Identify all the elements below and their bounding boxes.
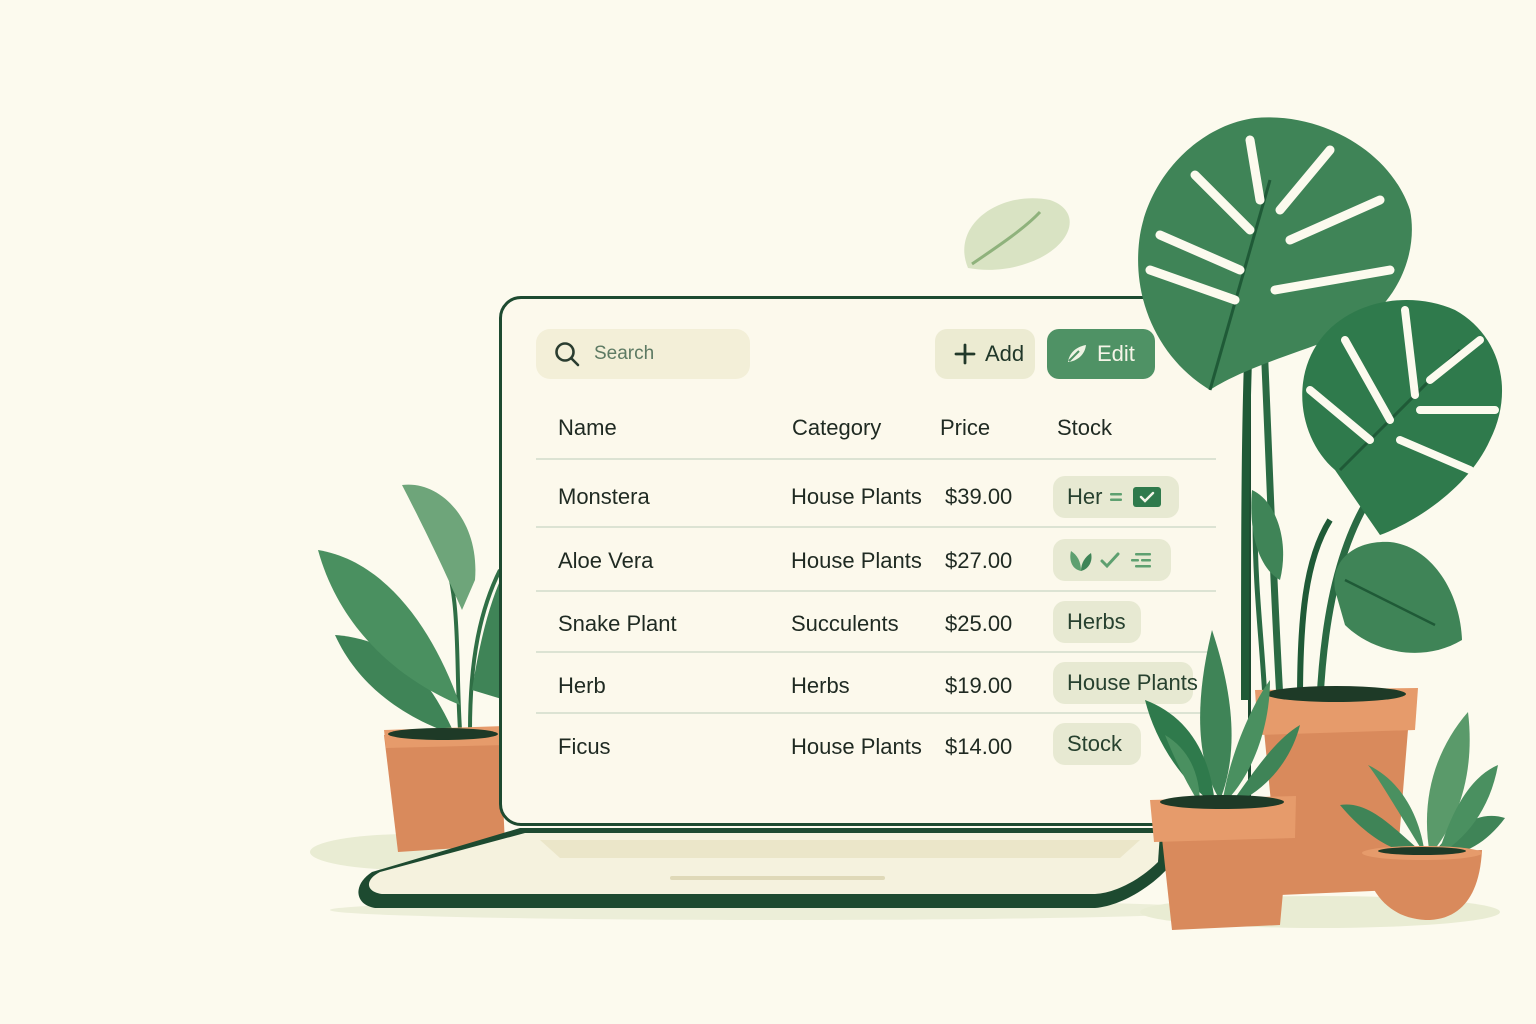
column-header-name[interactable]: Name <box>558 415 617 441</box>
cell-category: House Plants <box>791 548 922 573</box>
column-header-price[interactable]: Price <box>940 415 990 441</box>
stock-badge-label: Herbs <box>1067 609 1126 634</box>
column-header-category[interactable]: Category <box>792 415 881 441</box>
cell-price: $14.00 <box>945 734 1013 759</box>
cell-price: $39.00 <box>945 484 1013 509</box>
equals-icon <box>1110 493 1123 501</box>
stock-badge-label: House Plants <box>1067 670 1198 695</box>
edit-button[interactable]: Edit <box>1047 329 1155 379</box>
cell-category: House Plants <box>791 734 922 759</box>
add-button[interactable]: Add <box>935 329 1035 379</box>
cell-name: Monstera <box>558 484 650 509</box>
sliders-icon <box>1131 553 1151 568</box>
check-icon <box>1100 552 1120 569</box>
add-button-label: Add <box>985 341 1025 366</box>
stock-badge[interactable]: Herbs <box>1053 601 1141 643</box>
search-placeholder[interactable]: Search <box>594 343 654 365</box>
cell-name: Ficus <box>558 734 611 759</box>
row-divider <box>536 651 1216 653</box>
floating-leaf-icon <box>964 198 1070 270</box>
stock-badge-label: Her <box>1067 484 1103 509</box>
stock-badge[interactable]: House Plants <box>1053 662 1198 704</box>
edit-button-label: Edit <box>1097 341 1135 366</box>
cell-name: Aloe Vera <box>558 548 654 573</box>
sprout-icon <box>1070 551 1092 571</box>
row-divider <box>536 590 1216 592</box>
stock-badge[interactable]: Stock <box>1053 723 1141 765</box>
checkbox-checked-icon <box>1133 487 1162 507</box>
laptop-base <box>358 828 1171 908</box>
shadow <box>1140 896 1500 928</box>
stock-badge[interactable] <box>1053 539 1171 581</box>
leaf-edit-icon <box>1068 345 1086 362</box>
cell-name: Herb <box>558 673 606 698</box>
row-divider <box>536 526 1216 528</box>
stock-badge[interactable]: Her <box>1053 476 1179 518</box>
left-potted-plant <box>318 484 505 852</box>
plus-icon <box>954 343 976 365</box>
laptop-screen: Search Add Edit Name Category Price Stoc… <box>499 296 1251 826</box>
stock-badge-label: Stock <box>1067 731 1123 756</box>
row-divider <box>536 712 1216 714</box>
search-icon <box>555 342 580 367</box>
cell-price: $19.00 <box>945 673 1013 698</box>
column-header-stock[interactable]: Stock <box>1057 415 1112 441</box>
cell-name: Snake Plant <box>558 611 677 636</box>
cell-price: $27.00 <box>945 548 1013 573</box>
cell-category: Succulents <box>791 611 899 636</box>
search-box[interactable]: Search <box>536 329 750 379</box>
cell-category: Herbs <box>791 673 850 698</box>
header-divider <box>536 458 1216 460</box>
cell-category: House Plants <box>791 484 922 509</box>
cell-price: $25.00 <box>945 611 1013 636</box>
